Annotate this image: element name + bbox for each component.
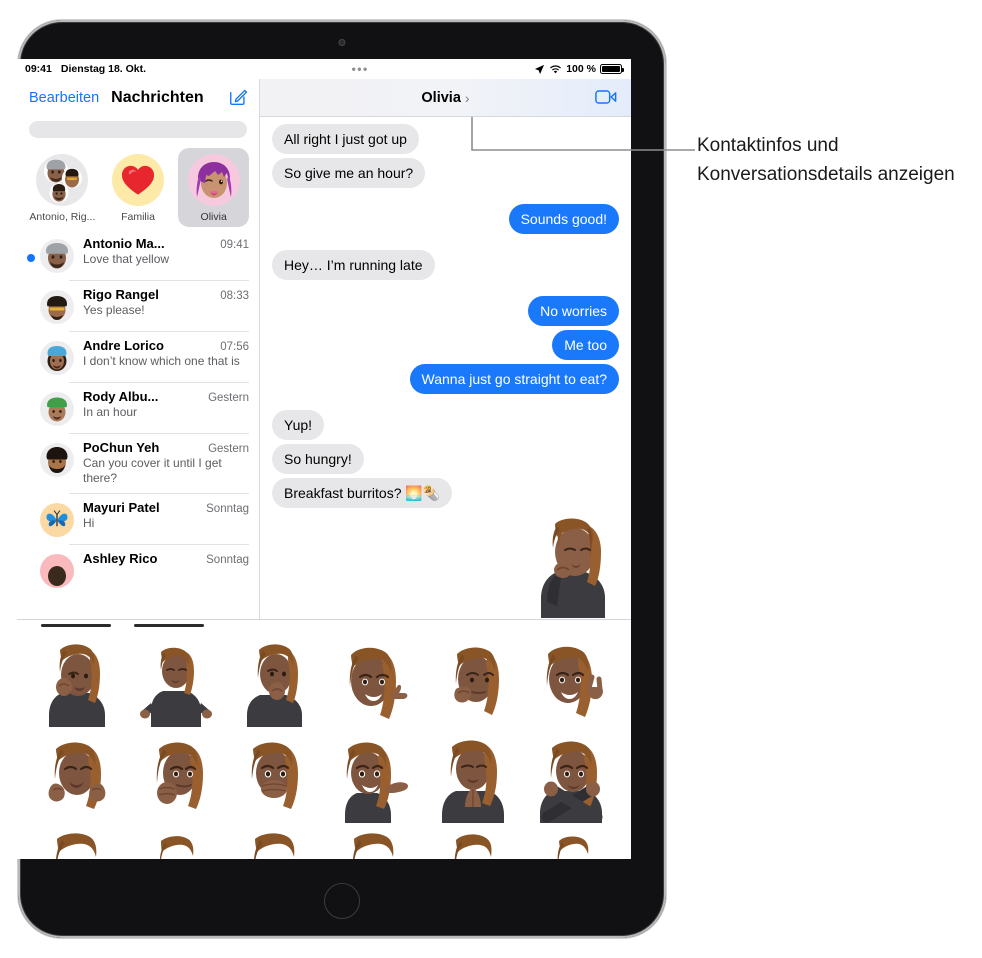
screenshot-root: 09:41 Dienstag 18. Okt. ••• 100 % Bearbe…	[0, 0, 982, 958]
callout-label: Kontaktinfos und Konversationsdetails an…	[697, 135, 955, 185]
